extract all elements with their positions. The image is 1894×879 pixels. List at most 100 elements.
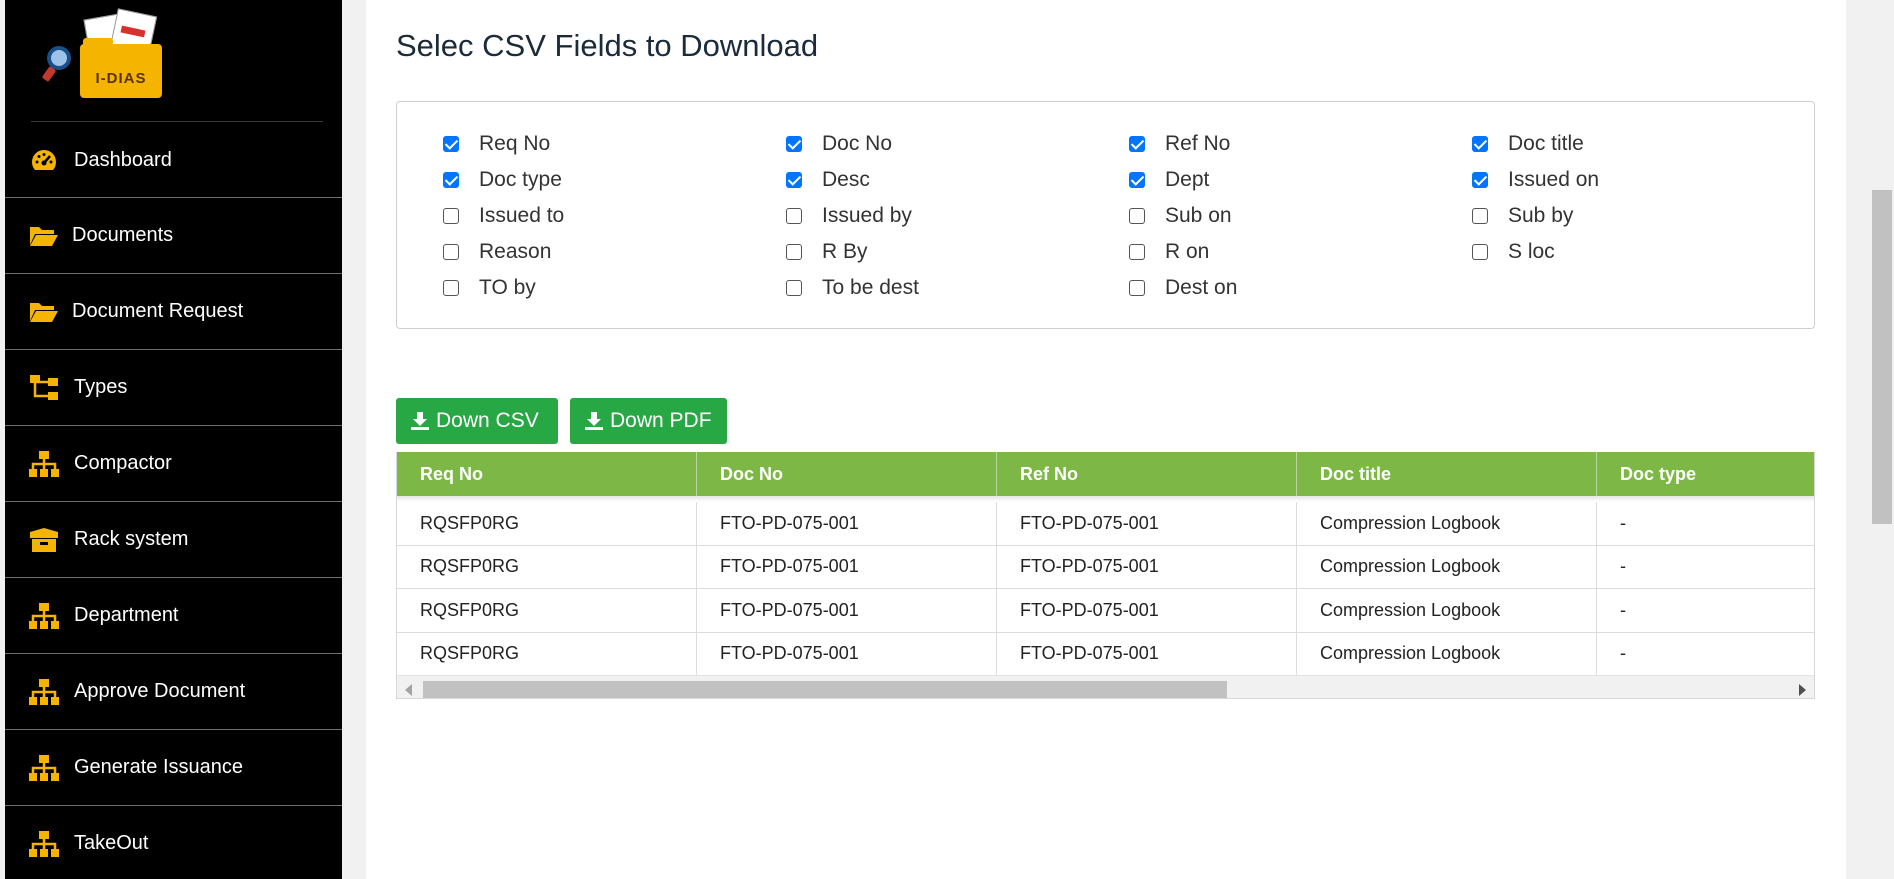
sidebar-item-label: Types — [74, 376, 128, 398]
scroll-left-icon[interactable] — [405, 684, 412, 696]
download-csv-button[interactable]: Down CSV — [396, 398, 558, 444]
page-title: Selec CSV Fields to Download — [396, 28, 819, 63]
horizontal-scrollbar-thumb[interactable] — [423, 681, 1227, 698]
dashboard-gauge-icon — [27, 146, 61, 176]
field-label: Issued on — [1508, 168, 1600, 191]
download-pdf-button[interactable]: Down PDF — [570, 398, 727, 444]
checkbox[interactable] — [443, 280, 459, 296]
field-label: Doc title — [1508, 132, 1584, 155]
table-cell: FTO-PD-075-001 — [997, 589, 1297, 632]
column-header-ref-no[interactable]: Ref No — [997, 452, 1297, 496]
table-cell: Compression Logbook — [1297, 545, 1597, 588]
sidebar-item-label: Compactor — [74, 452, 172, 474]
field-label: R on — [1165, 240, 1210, 263]
field-s-loc[interactable]: S loc — [1472, 238, 1555, 266]
table-cell: - — [1620, 556, 1626, 577]
column-header-doc-title[interactable]: Doc title — [1297, 452, 1597, 496]
field-r-by[interactable]: R By — [786, 238, 868, 266]
checkbox[interactable] — [1129, 136, 1145, 152]
sitemap-icon — [27, 601, 61, 631]
field-req-no[interactable]: Req No — [443, 130, 550, 158]
field-label: Sub by — [1508, 204, 1574, 227]
field-label: Reason — [479, 240, 552, 263]
field-ref-no[interactable]: Ref No — [1129, 130, 1230, 158]
checkbox[interactable] — [786, 208, 802, 224]
logo[interactable]: I-DIAS — [5, 0, 342, 122]
checkbox[interactable] — [443, 172, 459, 188]
sitemap-icon — [27, 677, 61, 707]
sidebar-item-label: Documents — [72, 224, 174, 246]
field-sub-on[interactable]: Sub on — [1129, 202, 1232, 230]
field-label: To be dest — [822, 276, 919, 299]
box-icon — [27, 525, 61, 555]
field-issued-on[interactable]: Issued on — [1472, 166, 1599, 194]
sidebar-item-compactor[interactable]: Compactor — [5, 426, 342, 502]
table-cell: Compression Logbook — [1297, 632, 1597, 675]
checkbox[interactable] — [1472, 244, 1488, 260]
checkbox[interactable] — [786, 244, 802, 260]
field-doc-no[interactable]: Doc No — [786, 130, 892, 158]
field-label: Req No — [479, 132, 551, 155]
field-r-on[interactable]: R on — [1129, 238, 1209, 266]
table-cell: FTO-PD-075-001 — [697, 545, 997, 588]
table-row: RQSFP0RG FTO-PD-075-001 FTO-PD-075-001 C… — [397, 632, 1814, 676]
column-header-doc-type[interactable]: Doc type — [1597, 452, 1814, 496]
download-icon — [585, 412, 603, 430]
sitemap-icon — [27, 449, 61, 479]
field-label: Dest on — [1165, 276, 1238, 299]
field-desc[interactable]: Desc — [786, 166, 870, 194]
sitemap-icon — [27, 753, 61, 783]
sidebar-item-dashboard[interactable]: Dashboard — [5, 124, 342, 198]
horizontal-scrollbar[interactable] — [397, 675, 1814, 698]
checkbox[interactable] — [1472, 172, 1488, 188]
field-reason[interactable]: Reason — [443, 238, 551, 266]
checkbox[interactable] — [1472, 208, 1488, 224]
field-sub-by[interactable]: Sub by — [1472, 202, 1573, 230]
sidebar-item-approve-document[interactable]: Approve Document — [5, 654, 342, 730]
table-cell: - — [1620, 599, 1626, 620]
checkbox[interactable] — [1129, 172, 1145, 188]
sidebar-item-generate-issuance[interactable]: Generate Issuance — [5, 730, 342, 806]
checkbox[interactable] — [1472, 136, 1488, 152]
field-to-be-dest[interactable]: To be dest — [786, 274, 919, 302]
scroll-right-icon[interactable] — [1799, 684, 1806, 696]
sidebar-item-department[interactable]: Department — [5, 578, 342, 654]
field-label: Sub on — [1165, 204, 1232, 227]
checkbox[interactable] — [443, 208, 459, 224]
field-label: Issued by — [822, 204, 912, 227]
checkbox[interactable] — [786, 136, 802, 152]
column-header-doc-no[interactable]: Doc No — [697, 452, 997, 496]
field-dest-on[interactable]: Dest on — [1129, 274, 1237, 302]
checkbox[interactable] — [1129, 244, 1145, 260]
sidebar-item-document-request[interactable]: Document Request — [5, 274, 342, 350]
download-pdf-label: Down PDF — [610, 409, 712, 432]
checkbox[interactable] — [786, 280, 802, 296]
sidebar-item-types[interactable]: Types — [5, 350, 342, 426]
table-row: RQSFP0RG FTO-PD-075-001 FTO-PD-075-001 C… — [397, 502, 1814, 546]
field-doc-title[interactable]: Doc title — [1472, 130, 1584, 158]
checkbox[interactable] — [1129, 280, 1145, 296]
field-label: Ref No — [1165, 132, 1231, 155]
sidebar-item-rack-system[interactable]: Rack system — [5, 502, 342, 578]
table-row: RQSFP0RG FTO-PD-075-001 FTO-PD-075-001 C… — [397, 545, 1814, 589]
sidebar-item-takeout[interactable]: TakeOut — [5, 806, 342, 879]
vertical-scrollbar[interactable] — [1870, 0, 1894, 879]
checkbox[interactable] — [1129, 208, 1145, 224]
table-cell: FTO-PD-075-001 — [997, 632, 1297, 675]
checkbox[interactable] — [443, 244, 459, 260]
sidebar-item-documents[interactable]: Documents — [5, 198, 342, 274]
column-header-req-no[interactable]: Req No — [397, 452, 697, 496]
table-cell: - — [1620, 512, 1626, 533]
field-to-by[interactable]: TO by — [443, 274, 536, 302]
vertical-scrollbar-thumb[interactable] — [1872, 190, 1892, 524]
field-label: Issued to — [479, 204, 565, 227]
table-cell: FTO-PD-075-001 — [997, 545, 1297, 588]
field-doc-type[interactable]: Doc type — [443, 166, 562, 194]
sitemap-icon — [27, 829, 61, 859]
field-issued-to[interactable]: Issued to — [443, 202, 564, 230]
checkbox[interactable] — [443, 136, 459, 152]
checkbox[interactable] — [786, 172, 802, 188]
field-dept[interactable]: Dept — [1129, 166, 1209, 194]
table-body: RQSFP0RG FTO-PD-075-001 FTO-PD-075-001 C… — [397, 502, 1814, 676]
field-issued-by[interactable]: Issued by — [786, 202, 912, 230]
